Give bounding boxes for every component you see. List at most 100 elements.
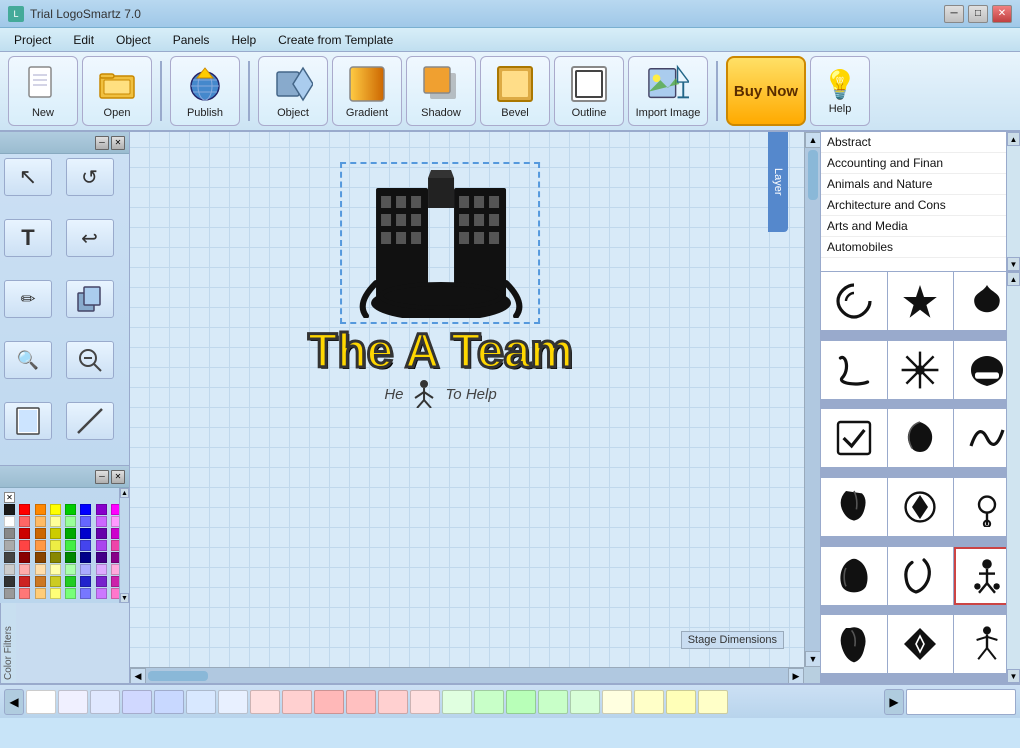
color-swatch-11[interactable] <box>50 516 61 527</box>
close-button[interactable]: ✕ <box>992 5 1012 23</box>
bottom-color-20[interactable] <box>666 690 696 714</box>
category-accounting[interactable]: Accounting and Finan <box>821 153 1020 174</box>
bottom-color-11[interactable] <box>378 690 408 714</box>
bottom-color-0[interactable] <box>26 690 56 714</box>
color-swatch-25[interactable] <box>19 540 30 551</box>
tool-zoom-in[interactable]: 🔍 <box>4 341 52 379</box>
symbol-cell-9[interactable] <box>821 478 887 536</box>
outline-button[interactable]: Outline <box>554 56 624 126</box>
color-swatch-40[interactable] <box>4 564 15 575</box>
color-swatch-59[interactable] <box>50 588 61 599</box>
color-swatch-33[interactable] <box>19 552 30 563</box>
color-swatch-58[interactable] <box>35 588 46 599</box>
tool-zoom-out[interactable] <box>66 341 114 379</box>
bottom-color-19[interactable] <box>634 690 664 714</box>
category-automobiles[interactable]: Automobiles <box>821 237 1020 258</box>
color-swatch-0[interactable] <box>4 504 15 515</box>
bevel-button[interactable]: Bevel <box>480 56 550 126</box>
canvas-scroll-down[interactable]: ▼ <box>805 651 820 667</box>
color-swatch-30[interactable] <box>96 540 107 551</box>
sym-scroll-up[interactable]: ▲ <box>1007 272 1020 286</box>
title-bar-controls[interactable]: ─ □ ✕ <box>944 5 1012 23</box>
symbol-cell-1[interactable] <box>888 272 954 330</box>
bottom-color-8[interactable] <box>282 690 312 714</box>
symbol-cell-16[interactable] <box>888 615 954 673</box>
bottom-color-14[interactable] <box>474 690 504 714</box>
color-swatch-10[interactable] <box>35 516 46 527</box>
color-swatch-38[interactable] <box>96 552 107 563</box>
menu-create-from-template[interactable]: Create from Template <box>268 31 403 49</box>
color-swatch-26[interactable] <box>35 540 46 551</box>
color-swatch-53[interactable] <box>80 576 91 587</box>
color-swatch-49[interactable] <box>19 576 30 587</box>
menu-help[interactable]: Help <box>221 31 266 49</box>
tool-select[interactable]: ↖ <box>4 158 52 196</box>
color-swatch-60[interactable] <box>65 588 76 599</box>
bottom-color-17[interactable] <box>570 690 600 714</box>
color-swatch-32[interactable] <box>4 552 15 563</box>
object-button[interactable]: Object <box>258 56 328 126</box>
color-swatch-51[interactable] <box>50 576 61 587</box>
category-abstract[interactable]: Abstract <box>821 132 1020 153</box>
color-swatch-52[interactable] <box>65 576 76 587</box>
color-swatch-22[interactable] <box>96 528 107 539</box>
color-swatch-12[interactable] <box>65 516 76 527</box>
bottom-color-9[interactable] <box>314 690 344 714</box>
canvas-scroll-up[interactable]: ▲ <box>805 132 820 148</box>
color-swatch-43[interactable] <box>50 564 61 575</box>
symbol-cell-4[interactable] <box>888 341 954 399</box>
color-swatch-8[interactable] <box>4 516 15 527</box>
color-swatch-17[interactable] <box>19 528 30 539</box>
canvas-scrollbar-v[interactable]: ▲ ▼ <box>804 132 820 667</box>
color-swatch-1[interactable] <box>19 504 30 515</box>
minimize-button[interactable]: ─ <box>944 5 964 23</box>
color-scroll-up[interactable]: ▲ <box>120 488 129 498</box>
color-swatch-9[interactable] <box>19 516 30 527</box>
color-swatch-21[interactable] <box>80 528 91 539</box>
bottom-scroll-right[interactable]: ▶ <box>884 689 904 715</box>
canvas-scroll-right[interactable]: ▶ <box>788 668 804 683</box>
color-swatch-3[interactable] <box>50 504 61 515</box>
bottom-color-4[interactable] <box>154 690 184 714</box>
bottom-color-7[interactable] <box>250 690 280 714</box>
color-swatch-4[interactable] <box>65 504 76 515</box>
color-swatch-14[interactable] <box>96 516 107 527</box>
tool-line[interactable] <box>66 402 114 440</box>
tool-undo[interactable]: ↩ <box>66 219 114 257</box>
bottom-color-16[interactable] <box>538 690 568 714</box>
color-swatch-6[interactable] <box>96 504 107 515</box>
bottom-color-2[interactable] <box>90 690 120 714</box>
tool-clone[interactable] <box>66 280 114 318</box>
toolbox-controls[interactable]: ─ ✕ <box>95 136 125 150</box>
color-swatch-36[interactable] <box>65 552 76 563</box>
color-swatch-16[interactable] <box>4 528 15 539</box>
layer-tab[interactable]: Layer <box>768 132 788 232</box>
open-button[interactable]: Open <box>82 56 152 126</box>
help-button[interactable]: 💡 Help <box>810 56 870 126</box>
bottom-color-15[interactable] <box>506 690 536 714</box>
color-swatch-35[interactable] <box>50 552 61 563</box>
color-swatch-56[interactable] <box>4 588 15 599</box>
color-swatch-19[interactable] <box>50 528 61 539</box>
bottom-color-18[interactable] <box>602 690 632 714</box>
no-color-btn[interactable]: ✕ <box>4 492 15 503</box>
tool-page[interactable] <box>4 402 52 440</box>
logo-artwork[interactable]: The A Team He To Help <box>308 162 573 408</box>
symbol-cell-3[interactable] <box>821 341 887 399</box>
color-swatch-5[interactable] <box>80 504 91 515</box>
color-swatch-34[interactable] <box>35 552 46 563</box>
publish-button[interactable]: Publish <box>170 56 240 126</box>
color-swatch-37[interactable] <box>80 552 91 563</box>
shadow-button[interactable]: Shadow <box>406 56 476 126</box>
color-swatch-50[interactable] <box>35 576 46 587</box>
symbol-cell-15[interactable] <box>821 615 887 673</box>
menu-project[interactable]: Project <box>4 31 61 49</box>
symbol-cell-6[interactable] <box>821 409 887 467</box>
bottom-color-3[interactable] <box>122 690 152 714</box>
cat-scroll-down[interactable]: ▼ <box>1007 257 1020 271</box>
bottom-color-5[interactable] <box>186 690 216 714</box>
canvas-scrollbar-h[interactable]: ◀ ▶ <box>130 667 804 683</box>
color-swatch-13[interactable] <box>80 516 91 527</box>
color-swatch-42[interactable] <box>35 564 46 575</box>
symbol-cell-0[interactable] <box>821 272 887 330</box>
